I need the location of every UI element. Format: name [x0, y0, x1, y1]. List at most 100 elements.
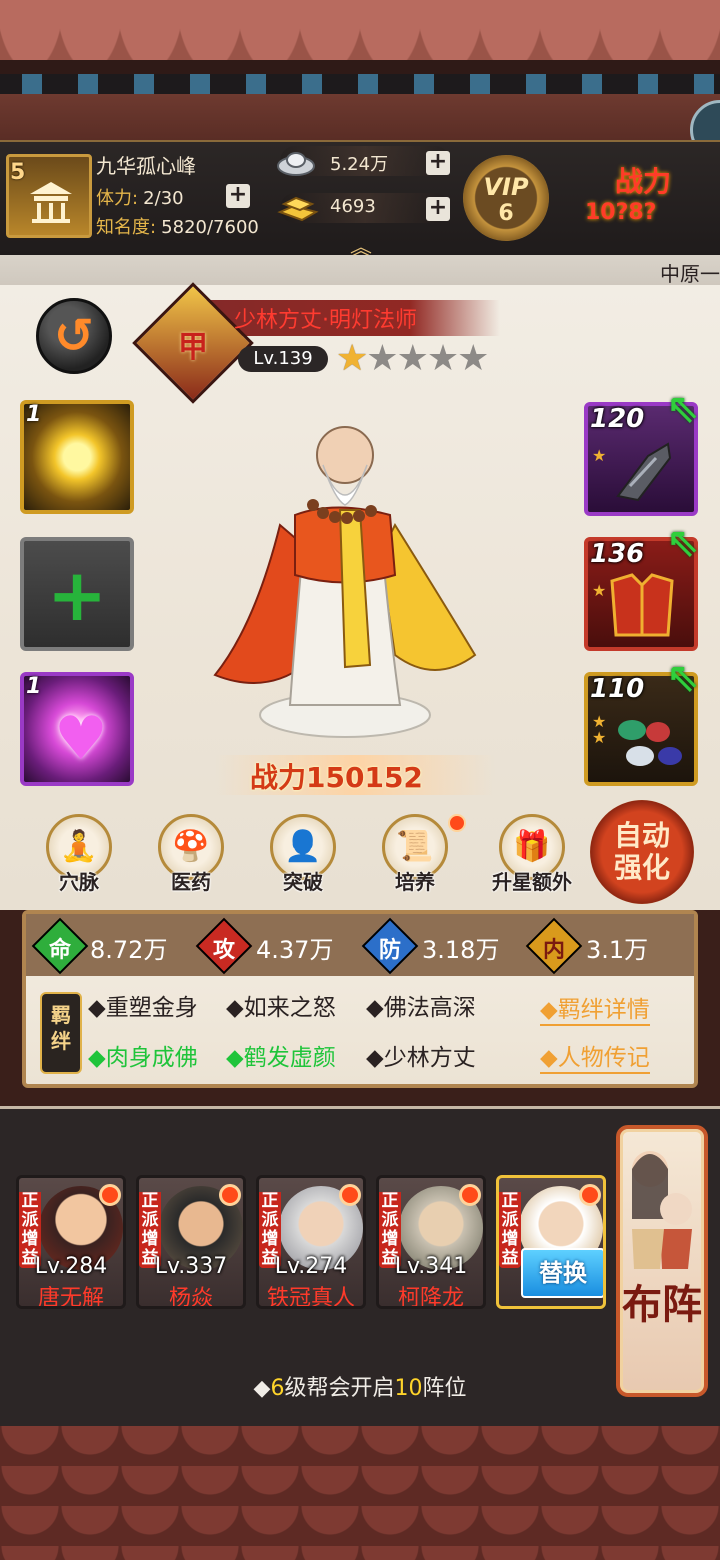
back-button[interactable]: ↺: [36, 298, 112, 374]
tip-end: 阵位: [422, 1376, 467, 1401]
bond-item: ◆重塑金身: [88, 995, 198, 1021]
notification-dot: [339, 1184, 361, 1206]
function-label: 穴脉: [59, 870, 99, 894]
roof-wall: [0, 94, 720, 140]
bond-item-active: ◆肉身成佛: [88, 1045, 198, 1071]
hero-card-name: 杨焱: [168, 1286, 213, 1309]
skill-slot-gold[interactable]: 1: [20, 400, 134, 514]
stamina-row: 体力: 2/30: [96, 184, 184, 210]
attack-char: 攻: [212, 938, 235, 963]
tip-bullet: ◆: [253, 1376, 271, 1401]
lineup-hero-card[interactable]: 正派增益 Lv.284 唐无解: [16, 1175, 126, 1309]
add-silver-button[interactable]: +: [426, 151, 450, 175]
star-empty-icon: ★: [426, 338, 459, 379]
replace-button[interactable]: 替换: [521, 1248, 603, 1298]
defense-char: 防: [378, 938, 401, 963]
function-breakthrough[interactable]: 👤 突破: [258, 808, 348, 908]
hero-name: 少林方丈·明灯法师: [234, 308, 417, 333]
notification-dot: [219, 1184, 241, 1206]
lineup-hero-card[interactable]: 正派增益 Lv.274 铁冠真人: [256, 1175, 366, 1309]
fame-row: 知名度: 5820/7600: [96, 213, 259, 239]
tip-slot-count: 10: [394, 1376, 423, 1401]
bond-details-link[interactable]: ◆羁绊详情: [540, 990, 650, 1026]
rank-text: 甲: [178, 330, 208, 365]
notification-dot: [459, 1184, 481, 1206]
auto-strengthen-button[interactable]: 自动 强化: [590, 800, 694, 904]
formation-button[interactable]: 布阵: [616, 1125, 708, 1397]
star-empty-icon: ★: [366, 338, 398, 379]
function-medicine[interactable]: 🍄 医药: [146, 808, 236, 908]
star-icon: ★: [336, 338, 368, 379]
function-label: 突破: [283, 870, 323, 894]
tip-guild-level: 6: [270, 1376, 285, 1401]
hero-stars: ★★★★★: [336, 338, 489, 379]
star-icon: ★: [592, 728, 607, 747]
vip-badge[interactable]: VIP 6: [463, 155, 549, 241]
hero-card-level: Lv.337: [154, 1254, 228, 1279]
add-gold-button[interactable]: +: [426, 197, 450, 221]
equipment-level: 110: [590, 674, 645, 704]
bottom-decoration: [0, 1426, 720, 1560]
lineup-hero-card[interactable]: 正派增益 Lv.341 柯降龙: [376, 1175, 486, 1309]
notification-dot: [448, 814, 466, 832]
roof-tiles: [0, 0, 720, 60]
hero-card-level: Lv.274: [274, 1254, 348, 1279]
region-label: 中原一: [660, 262, 720, 286]
heart-icon: ♥: [54, 704, 108, 774]
star-empty-icon: ★: [396, 338, 429, 379]
tip-middle: 级帮会开启: [284, 1376, 395, 1401]
function-star-up[interactable]: 🎁 升星额外: [482, 808, 582, 908]
hero-power: 战力150152: [250, 756, 423, 796]
gold-amount: 4693: [330, 196, 376, 217]
biography-link[interactable]: ◆人物传记: [540, 1038, 650, 1074]
add-icon: +: [46, 553, 108, 637]
star-icon: ★: [592, 446, 607, 465]
hero-card-level: Lv.284: [34, 1254, 108, 1279]
slot-count: 1: [26, 674, 42, 699]
formation-heroes-icon: [632, 1151, 692, 1269]
player-level: 5: [10, 160, 26, 185]
inner-power-value: 3.1万: [586, 936, 649, 964]
defense-value: 3.18万: [422, 936, 500, 964]
hero-card-name: 唐无解: [37, 1286, 104, 1309]
add-stamina-button[interactable]: +: [226, 184, 250, 208]
equipment-level: 136: [590, 539, 645, 569]
hero-card-name: 铁冠真人: [266, 1286, 355, 1309]
bond-icon: 羁 绊: [40, 992, 82, 1074]
formation-label: 布阵: [622, 1282, 702, 1328]
gold-bars-icon: [277, 196, 319, 222]
silver-ingot-icon: [277, 152, 315, 176]
upgrade-arrow-icon: ⇖: [666, 520, 700, 566]
bond-item: ◆如来之怒: [226, 995, 336, 1021]
bond-item-active: ◆鹤发虚颜: [226, 1045, 336, 1071]
roof-windows: [0, 74, 720, 94]
attack-value: 4.37万: [256, 936, 334, 964]
notification-dot: [579, 1184, 601, 1206]
hp-char: 命: [48, 938, 71, 963]
function-label: 医药: [171, 870, 211, 894]
fame-label: 知名度:: [96, 217, 157, 238]
lineup-hero-card[interactable]: 正派增益 Lv.337 杨焱: [136, 1175, 246, 1309]
skill-slot-empty[interactable]: +: [20, 537, 134, 651]
faction-tag: 正派增益: [499, 1192, 521, 1268]
gems-icon: [618, 720, 682, 766]
skill-slot-heart[interactable]: 1 ♥: [20, 672, 134, 786]
lineup-hero-card-selected[interactable]: 正派增益 替换: [496, 1175, 606, 1309]
vip-level: 6: [498, 201, 514, 226]
hero-card-name: 柯降龙: [397, 1286, 464, 1309]
function-training[interactable]: 📜 培养: [370, 808, 460, 908]
function-meridian[interactable]: 🧘 穴脉: [34, 808, 124, 908]
equipment-level: 120: [590, 404, 645, 434]
temple-icon: [30, 182, 72, 223]
region-strip: [0, 255, 720, 285]
bond-item: ◆佛法高深: [366, 995, 476, 1021]
hero-power-value: 150152: [306, 761, 423, 794]
hero-portrait[interactable]: [195, 405, 485, 745]
top-power-display: 战力 10?8?: [575, 160, 695, 240]
bond-icon-line2: 绊: [51, 1029, 71, 1053]
function-label: 培养: [395, 870, 435, 894]
fame-value: 5820/7600: [161, 217, 259, 238]
hero-card-level: Lv.341: [394, 1254, 468, 1279]
formation-unlock-tip: ◆6级帮会开启10阵位: [0, 1370, 720, 1402]
armor-icon: [610, 573, 674, 637]
